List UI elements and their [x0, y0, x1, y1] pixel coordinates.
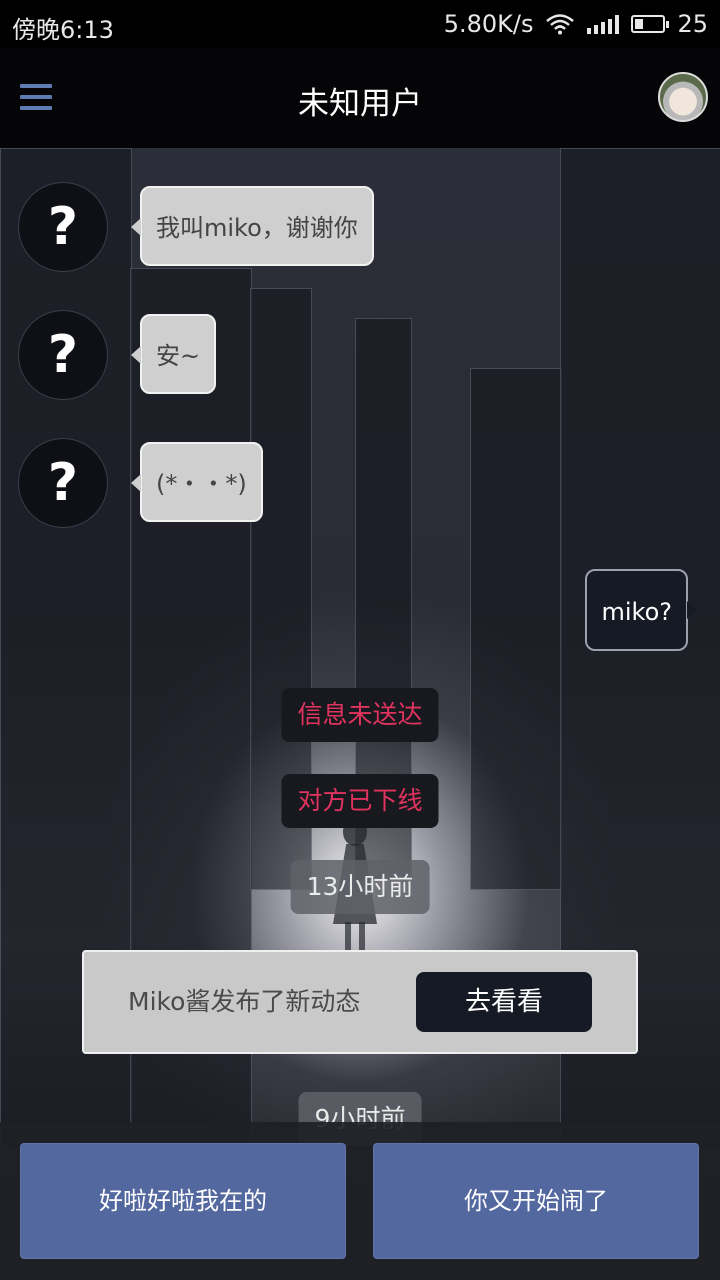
- timestamp-label: 13小时前: [290, 860, 430, 914]
- page-title: 未知用户: [298, 86, 422, 122]
- status-right: 5.80K/s 25: [444, 10, 708, 38]
- not-delivered-label: 信息未送达: [281, 688, 439, 742]
- message-bubble: (*・・*): [131, 442, 263, 522]
- status-time: 傍晚6:13: [12, 16, 114, 44]
- building-mid-right: [470, 368, 562, 890]
- network-speed: 5.80K/s: [443, 10, 534, 38]
- reply-options-bar: 好啦好啦我在的 你又开始闹了: [0, 1122, 720, 1280]
- unknown-user-avatar[interactable]: ?: [18, 438, 108, 528]
- battery-icon: [631, 15, 670, 33]
- unknown-user-avatar[interactable]: ?: [18, 182, 108, 272]
- offline-label: 对方已下线: [281, 774, 439, 828]
- message-bubble: 安~: [130, 314, 217, 394]
- reply-option-left[interactable]: 好啦好啦我在的: [20, 1143, 346, 1259]
- status-bar: 傍晚6:13 5.80K/s 25: [0, 0, 720, 48]
- app-header: 未知用户: [0, 48, 720, 148]
- message-bubble: 我叫miko，谢谢你: [131, 186, 374, 266]
- feed-notice-card: Miko酱发布了新动态 去看看: [82, 950, 638, 1054]
- feed-notice-text: Miko酱发布了新动态: [128, 987, 361, 1016]
- reply-option-right[interactable]: 你又开始闹了: [373, 1143, 699, 1259]
- battery-level: 25: [677, 10, 708, 38]
- wifi-icon: [545, 13, 575, 35]
- signal-icon: [587, 14, 620, 34]
- user-avatar[interactable]: [658, 72, 708, 122]
- view-feed-button[interactable]: 去看看: [416, 972, 592, 1032]
- unknown-user-avatar[interactable]: ?: [18, 310, 108, 400]
- my-message-bubble: miko?: [585, 569, 697, 651]
